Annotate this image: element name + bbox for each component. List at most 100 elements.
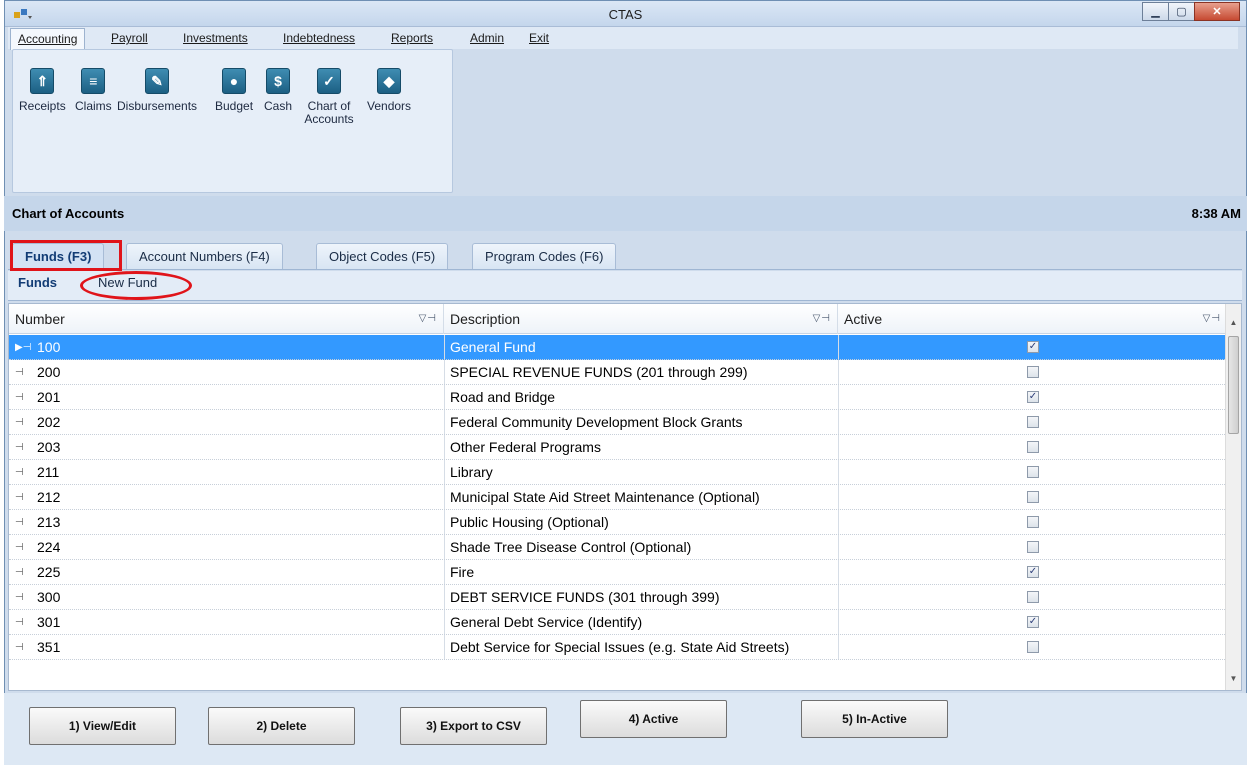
fund-number-cell[interactable]: ⊣ 211	[9, 460, 444, 484]
fund-number-cell[interactable]: ⊣ 200	[9, 360, 444, 384]
filter-pin-icon[interactable]: ▽⊣	[1203, 313, 1221, 324]
fund-number-cell[interactable]: ⊣ 224	[9, 535, 444, 559]
active-checkbox[interactable]	[1027, 516, 1039, 528]
tab-account-numbers[interactable]: Account Numbers (F4)	[126, 243, 283, 269]
scroll-up-icon[interactable]: ▲	[1226, 318, 1241, 334]
active-checkbox[interactable]	[1027, 641, 1039, 653]
fund-number-cell[interactable]: ⊣ 212	[9, 485, 444, 509]
fund-number-cell[interactable]: ▶⊣ 100	[9, 335, 444, 359]
table-row[interactable]: ⊣ 301 General Debt Service (Identify) ✓	[9, 610, 1227, 635]
row-pin-icon[interactable]: ⊣	[15, 517, 37, 528]
table-row[interactable]: ⊣ 225 Fire ✓	[9, 560, 1227, 585]
fund-number-cell[interactable]: ⊣ 201	[9, 385, 444, 409]
fund-number-cell[interactable]: ⊣ 225	[9, 560, 444, 584]
table-row[interactable]: ⊣ 212 Municipal State Aid Street Maintenan…	[9, 485, 1227, 510]
fund-description[interactable]: Shade Tree Disease Control (Optional)	[444, 535, 838, 559]
fund-number-cell[interactable]: ⊣ 213	[9, 510, 444, 534]
active-checkbox[interactable]	[1027, 441, 1039, 453]
vendors-button[interactable]: ◆ Vendors	[367, 68, 411, 113]
menu-admin[interactable]: Admin	[463, 30, 511, 46]
row-pin-icon[interactable]: ⊣	[15, 617, 37, 628]
menu-reports[interactable]: Reports	[384, 30, 440, 46]
row-pin-icon[interactable]: ⊣	[15, 442, 37, 453]
disbursements-button[interactable]: ✎ Disbursements	[117, 68, 197, 113]
menu-accounting[interactable]: Accounting	[10, 28, 86, 50]
table-row[interactable]: ⊣ 213 Public Housing (Optional)	[9, 510, 1227, 535]
budget-button[interactable]: ● Budget	[215, 68, 253, 113]
row-indicator-icon[interactable]: ▶⊣	[15, 342, 37, 353]
row-pin-icon[interactable]: ⊣	[15, 542, 37, 553]
scroll-down-icon[interactable]: ▼	[1226, 674, 1241, 690]
table-row[interactable]: ⊣ 300 DEBT SERVICE FUNDS (301 through 399)	[9, 585, 1227, 610]
fund-description[interactable]: Fire	[444, 560, 838, 584]
row-pin-icon[interactable]: ⊣	[15, 417, 37, 428]
table-row[interactable]: ⊣ 203 Other Federal Programs	[9, 435, 1227, 460]
view-edit-button[interactable]: 1) View/Edit	[29, 707, 176, 745]
active-checkbox[interactable]: ✓	[1027, 391, 1039, 403]
row-pin-icon[interactable]: ⊣	[15, 592, 37, 603]
fund-number-cell[interactable]: ⊣ 203	[9, 435, 444, 459]
fund-number-cell[interactable]: ⊣ 300	[9, 585, 444, 609]
maximize-icon[interactable]: ▢	[1168, 2, 1195, 21]
claims-button[interactable]: ≡ Claims	[75, 68, 112, 113]
menu-indebtedness[interactable]: Indebtedness	[276, 30, 362, 46]
subtab-funds[interactable]: Funds	[18, 275, 57, 290]
menu-payroll[interactable]: Payroll	[104, 30, 155, 46]
fund-number-cell[interactable]: ⊣ 202	[9, 410, 444, 434]
fund-description[interactable]: DEBT SERVICE FUNDS (301 through 399)	[444, 585, 838, 609]
fund-description[interactable]: Municipal State Aid Street Maintenance (…	[444, 485, 838, 509]
row-pin-icon[interactable]: ⊣	[15, 642, 37, 653]
tab-program-codes[interactable]: Program Codes (F6)	[472, 243, 617, 269]
inactive-button[interactable]: 5) In-Active	[801, 700, 948, 738]
row-pin-icon[interactable]: ⊣	[15, 392, 37, 403]
tab-object-codes[interactable]: Object Codes (F5)	[316, 243, 449, 269]
active-checkbox[interactable]	[1027, 591, 1039, 603]
delete-button[interactable]: 2) Delete	[208, 707, 355, 745]
row-pin-icon[interactable]: ⊣	[15, 467, 37, 478]
active-checkbox[interactable]: ✓	[1027, 616, 1039, 628]
fund-description[interactable]: SPECIAL REVENUE FUNDS (201 through 299)	[444, 360, 838, 384]
active-checkbox[interactable]: ✓	[1027, 341, 1039, 353]
row-pin-icon[interactable]: ⊣	[15, 492, 37, 503]
receipts-button[interactable]: ⇑ Receipts	[19, 68, 66, 113]
active-checkbox[interactable]	[1027, 366, 1039, 378]
fund-description[interactable]: Library	[444, 460, 838, 484]
minimize-icon[interactable]: ▁	[1142, 2, 1169, 21]
table-row[interactable]: ⊣ 224 Shade Tree Disease Control (Optional…	[9, 535, 1227, 560]
vertical-scrollbar[interactable]: ▲ ▼	[1225, 304, 1241, 690]
active-checkbox[interactable]	[1027, 416, 1039, 428]
chart-of-accounts-button[interactable]: ✓ Chart of Accounts	[301, 68, 357, 126]
column-header-number[interactable]: Number ▽⊣	[9, 304, 444, 334]
fund-number-cell[interactable]: ⊣ 301	[9, 610, 444, 634]
export-csv-button[interactable]: 3) Export to CSV	[400, 707, 547, 745]
table-row[interactable]: ⊣ 351 Debt Service for Special Issues (e.g…	[9, 635, 1227, 660]
table-row[interactable]: ⊣ 200 SPECIAL REVENUE FUNDS (201 through 2…	[9, 360, 1227, 385]
table-row[interactable]: ⊣ 211 Library	[9, 460, 1227, 485]
fund-number-cell[interactable]: ⊣ 351	[9, 635, 444, 659]
fund-description[interactable]: Federal Community Development Block Gran…	[444, 410, 838, 434]
menu-exit[interactable]: Exit	[522, 30, 556, 46]
close-icon[interactable]: ✕	[1194, 2, 1240, 21]
filter-pin-icon[interactable]: ▽⊣	[813, 313, 831, 324]
active-checkbox[interactable]	[1027, 466, 1039, 478]
scroll-thumb[interactable]	[1228, 336, 1239, 434]
table-row[interactable]: ⊣ 202 Federal Community Development Block …	[9, 410, 1227, 435]
column-header-description[interactable]: Description ▽⊣	[444, 304, 838, 334]
filter-pin-icon[interactable]: ▽⊣	[419, 313, 437, 324]
column-header-active[interactable]: Active ▽⊣	[838, 304, 1227, 334]
row-pin-icon[interactable]: ⊣	[15, 567, 37, 578]
active-button[interactable]: 4) Active	[580, 700, 727, 738]
table-row[interactable]: ⊣ 201 Road and Bridge ✓	[9, 385, 1227, 410]
fund-description[interactable]: Debt Service for Special Issues (e.g. St…	[444, 635, 838, 659]
fund-description[interactable]: General Fund	[444, 335, 838, 359]
fund-description[interactable]: Other Federal Programs	[444, 435, 838, 459]
menu-investments[interactable]: Investments	[176, 30, 255, 46]
fund-description[interactable]: General Debt Service (Identify)	[444, 610, 838, 634]
active-checkbox[interactable]	[1027, 541, 1039, 553]
active-checkbox[interactable]: ✓	[1027, 566, 1039, 578]
cash-button[interactable]: $ Cash	[264, 68, 292, 113]
row-pin-icon[interactable]: ⊣	[15, 367, 37, 378]
fund-description[interactable]: Public Housing (Optional)	[444, 510, 838, 534]
fund-description[interactable]: Road and Bridge	[444, 385, 838, 409]
active-checkbox[interactable]	[1027, 491, 1039, 503]
